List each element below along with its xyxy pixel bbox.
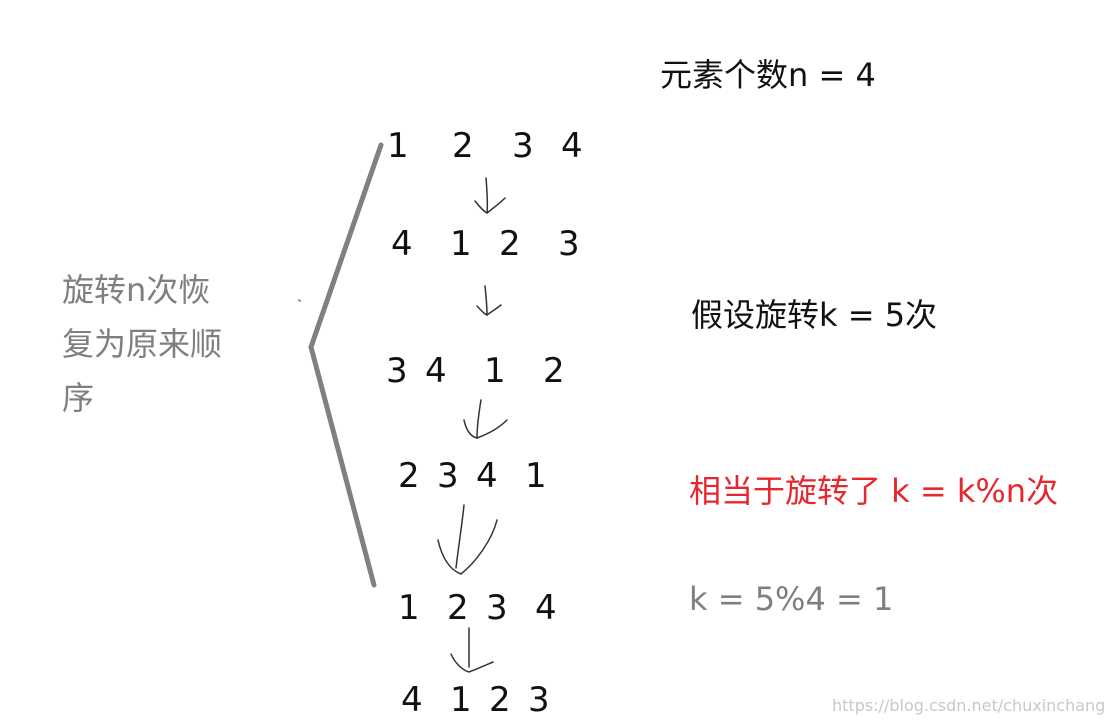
row-3-item-1: 3 bbox=[386, 351, 408, 391]
row-5-item-4: 4 bbox=[535, 588, 557, 628]
row-1-item-3: 3 bbox=[512, 126, 534, 166]
down-arrow-5 bbox=[450, 627, 494, 673]
row-5-item-3: 3 bbox=[486, 588, 508, 628]
note-assume-rotate: 假设旋转k = 5次 bbox=[691, 296, 938, 334]
brace-lower-stroke bbox=[308, 344, 377, 588]
down-arrow-1 bbox=[474, 177, 506, 214]
row-5-item-1: 1 bbox=[398, 588, 420, 628]
row-1-item-4: 4 bbox=[561, 126, 583, 166]
left-label-line-1: 旋转n次恢 bbox=[62, 271, 211, 309]
note-equivalent: 相当于旋转了 k = k%n次 bbox=[689, 472, 1059, 510]
diagram-canvas: 1 2 3 4 4 1 2 3 3 4 1 2 2 3 4 1 1 2 3 4 … bbox=[0, 0, 1104, 727]
row-1-item-2: 2 bbox=[452, 126, 474, 166]
row-2-item-4: 3 bbox=[558, 224, 580, 264]
row-6-item-2: 1 bbox=[450, 680, 472, 720]
row-4-item-1: 2 bbox=[398, 456, 420, 496]
down-arrow-2 bbox=[476, 285, 502, 316]
down-arrow-4 bbox=[437, 504, 498, 575]
down-arrow-3 bbox=[463, 399, 508, 439]
left-label-line-2: 复为原来顺 bbox=[62, 325, 223, 363]
row-2-item-2: 1 bbox=[450, 224, 472, 264]
left-label-line-3: 序 bbox=[62, 379, 95, 417]
row-2-item-3: 2 bbox=[499, 224, 521, 264]
row-3-item-2: 4 bbox=[425, 351, 447, 391]
row-3-item-4: 2 bbox=[543, 351, 565, 391]
row-2-item-1: 4 bbox=[391, 224, 413, 264]
brace-upper-stroke bbox=[308, 142, 384, 350]
row-1-item-1: 1 bbox=[387, 126, 409, 166]
brace-stray-mark bbox=[297, 299, 302, 302]
row-4-item-3: 4 bbox=[476, 456, 498, 496]
row-5-item-2: 2 bbox=[447, 588, 469, 628]
row-3-item-3: 1 bbox=[484, 351, 506, 391]
row-6-item-3: 2 bbox=[489, 680, 511, 720]
note-element-count: 元素个数n = 4 bbox=[660, 56, 876, 94]
row-4-item-4: 1 bbox=[525, 456, 547, 496]
row-6-item-1: 4 bbox=[401, 680, 423, 720]
row-4-item-2: 3 bbox=[437, 456, 459, 496]
note-result: k = 5%4 = 1 bbox=[689, 580, 894, 618]
watermark-url: https://blog.csdn.net/chuxinchangcun bbox=[832, 696, 1104, 715]
row-6-item-4: 3 bbox=[528, 680, 550, 720]
